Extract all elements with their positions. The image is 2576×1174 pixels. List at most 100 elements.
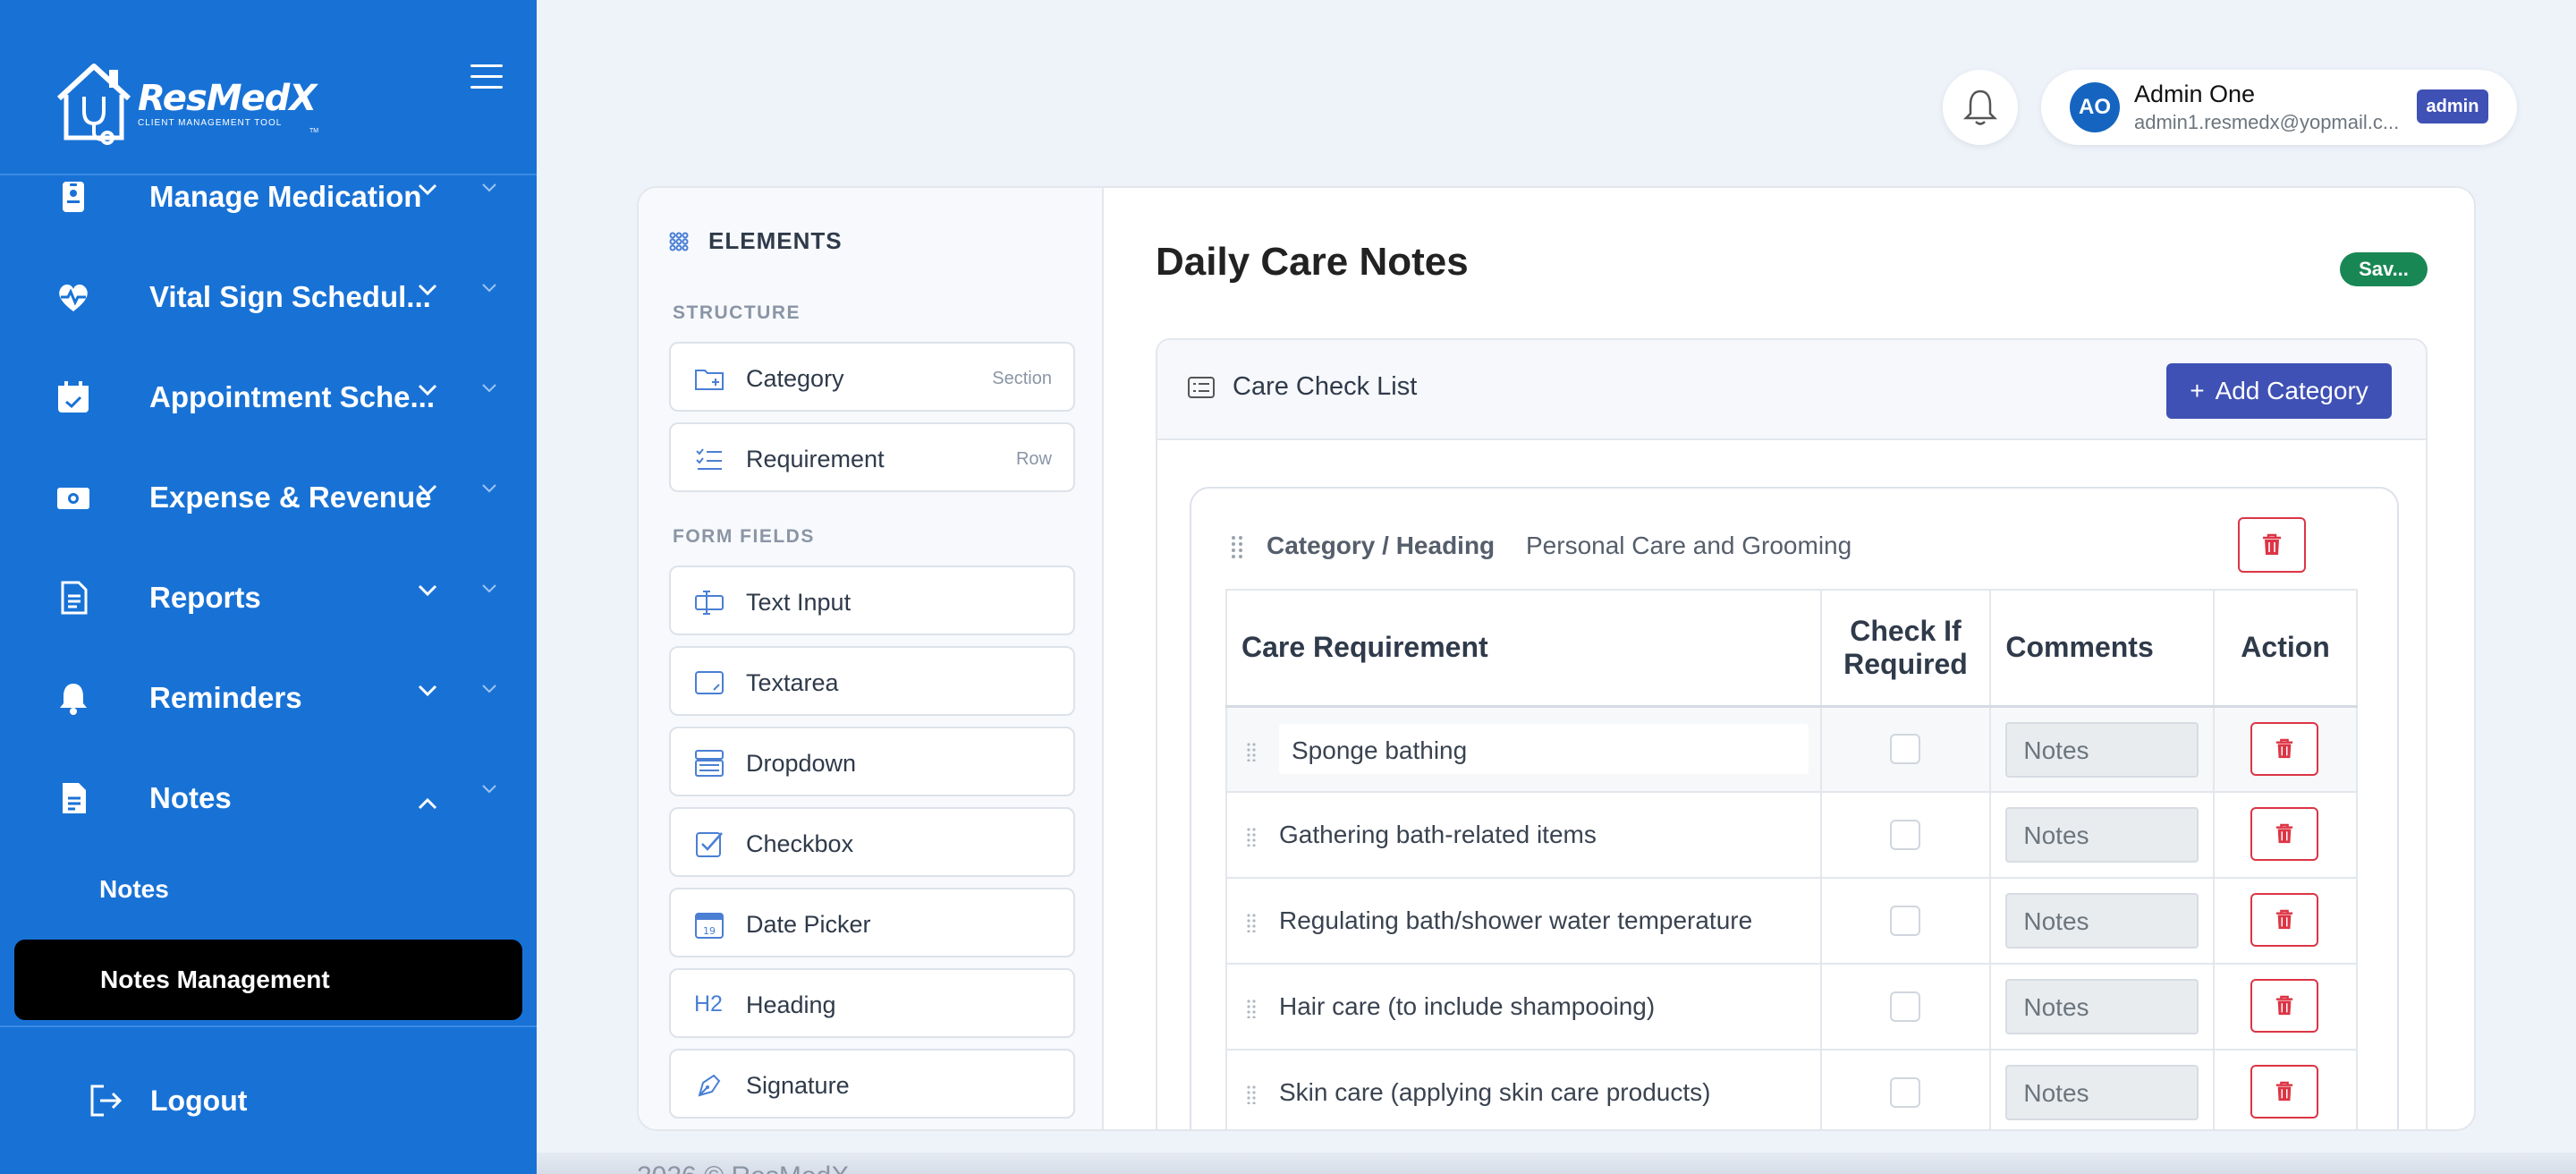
sidebar-item-appointment[interactable]: Appointment Sche... — [0, 362, 537, 433]
pen-nib-icon — [698, 1074, 721, 1097]
app-tm: TM — [309, 128, 319, 134]
required-checkbox[interactable] — [1890, 820, 1921, 850]
sidebar-item-label: Expense & Revenue — [149, 481, 432, 514]
sidebar-item-reports[interactable]: Reports — [0, 562, 537, 634]
element-heading[interactable]: H2 Heading — [669, 968, 1075, 1038]
delete-row-button[interactable] — [2250, 893, 2319, 947]
element-text-input[interactable]: Text Input — [669, 566, 1075, 635]
drag-handle-icon[interactable] — [1247, 1085, 1256, 1104]
element-category[interactable]: Category Section — [669, 342, 1075, 412]
chevron-down-icon[interactable] — [480, 381, 498, 396]
category-heading-value[interactable]: Personal Care and Grooming — [1526, 532, 1852, 560]
sidebar-subitem-notes-management[interactable]: Notes Management — [14, 940, 522, 1020]
avatar: AO — [2070, 82, 2120, 132]
care-checklist-card: Care Check List + Add Category Category … — [1156, 338, 2428, 1129]
drag-handle-icon[interactable] — [1247, 999, 1256, 1018]
delete-row-button[interactable] — [2250, 807, 2319, 861]
required-checkbox[interactable] — [1890, 991, 1921, 1022]
table-row: Hair care (to include shampooing) Notes — [1225, 963, 2358, 1051]
delete-row-button[interactable] — [2250, 1065, 2319, 1119]
drag-handle-icon[interactable] — [1231, 535, 1243, 560]
element-requirement[interactable]: Requirement Row — [669, 422, 1075, 492]
table-row: Sponge bathing Notes — [1225, 705, 2358, 793]
requirement-input[interactable]: Regulating bath/shower water temperature — [1279, 906, 1752, 935]
comments-input[interactable]: Notes — [2005, 1065, 2199, 1120]
chevron-down-icon[interactable] — [480, 782, 498, 796]
sidebar-divider — [0, 1025, 537, 1027]
textarea-icon — [695, 671, 724, 694]
form-builder-card: ELEMENTS STRUCTURE Category Section Requ… — [637, 186, 2476, 1131]
category-block: Category / Heading Personal Care and Gro… — [1190, 487, 2401, 1129]
chevron-down-icon[interactable] — [417, 381, 438, 399]
requirement-input[interactable]: Hair care (to include shampooing) — [1279, 992, 1655, 1021]
chevron-down-icon[interactable] — [417, 582, 438, 600]
drag-handle-icon[interactable] — [1247, 913, 1256, 932]
delete-row-button[interactable] — [2250, 721, 2319, 776]
trash-icon — [2275, 995, 2293, 1016]
chevron-down-icon[interactable] — [417, 281, 438, 299]
add-category-button[interactable]: + Add Category — [2166, 363, 2392, 419]
sidebar-item-manage-medication[interactable]: Manage Medication — [0, 161, 537, 233]
logo[interactable]: ResMedX CLIENT MANAGEMENT TOOL TM — [54, 61, 318, 147]
dropdown-icon — [695, 750, 724, 777]
hamburger-menu-icon[interactable] — [470, 64, 503, 91]
sidebar-item-reminders[interactable]: Reminders — [0, 662, 537, 734]
form-title: Daily Care Notes — [1156, 240, 1469, 284]
comments-input[interactable]: Notes — [2005, 979, 2199, 1034]
delete-row-button[interactable] — [2250, 979, 2319, 1033]
chevron-down-icon[interactable] — [480, 281, 498, 295]
checkbox-icon — [696, 832, 723, 857]
chevron-down-icon[interactable] — [480, 181, 498, 195]
notes-file-icon — [63, 783, 86, 813]
sidebar-subitem-notes[interactable]: Notes — [99, 875, 169, 904]
drag-handle-icon[interactable] — [1247, 742, 1256, 761]
comments-input[interactable]: Notes — [2005, 807, 2199, 863]
required-checkbox[interactable] — [1890, 906, 1921, 936]
category-heading-row: Category / Heading Personal Care and Gro… — [1191, 489, 2401, 589]
elements-panel: ELEMENTS STRUCTURE Category Section Requ… — [639, 188, 1104, 1129]
chevron-down-icon[interactable] — [480, 481, 498, 496]
notifications-button[interactable] — [1943, 70, 2018, 145]
element-dropdown[interactable]: Dropdown — [669, 727, 1075, 796]
element-textarea[interactable]: Textarea — [669, 646, 1075, 716]
required-checkbox[interactable] — [1890, 1077, 1921, 1108]
sidebar-item-label: Appointment Sche... — [149, 380, 436, 413]
sidebar-item-label: Notes — [149, 781, 232, 814]
chevron-down-icon[interactable] — [417, 481, 438, 499]
save-status-badge: Sav... — [2340, 252, 2428, 286]
checklist-title: Care Check List — [1188, 372, 1417, 402]
chevron-down-icon[interactable] — [480, 682, 498, 696]
element-signature[interactable]: Signature — [669, 1049, 1075, 1119]
drag-handle-icon[interactable] — [1247, 827, 1256, 846]
bell-icon — [60, 684, 87, 715]
plus-icon: + — [2190, 377, 2205, 404]
table-row: Regulating bath/shower water temperature… — [1225, 877, 2358, 965]
delete-category-button[interactable] — [2238, 517, 2306, 573]
logout-icon — [90, 1085, 123, 1117]
chevron-down-icon[interactable] — [417, 181, 438, 199]
element-date-picker[interactable]: 19 Date Picker — [669, 888, 1075, 957]
sidebar-item-label: Reports — [149, 581, 261, 614]
requirement-input[interactable]: Sponge bathing — [1279, 723, 1809, 774]
comments-input[interactable]: Notes — [2005, 893, 2199, 949]
sidebar-item-label: Reminders — [149, 681, 302, 714]
element-checkbox[interactable]: Checkbox — [669, 807, 1075, 877]
logout-button[interactable]: Logout — [88, 1083, 247, 1119]
sidebar-item-vital-sign[interactable]: Vital Sign Schedul... — [0, 261, 537, 333]
requirement-input[interactable]: Gathering bath-related items — [1279, 821, 1597, 849]
sidebar-subitem-label: Notes Management — [100, 966, 330, 993]
logout-label: Logout — [150, 1084, 248, 1117]
category-heading-label: Category / Heading — [1267, 532, 1496, 559]
user-profile-card[interactable]: AO Admin One admin1.resmedx@yopmail.c...… — [2041, 70, 2517, 145]
sidebar-item-expense-revenue[interactable]: Expense & Revenue — [0, 462, 537, 533]
required-checkbox[interactable] — [1890, 734, 1921, 765]
sidebar-item-label: Vital Sign Schedul... — [149, 280, 431, 313]
chevron-down-icon[interactable] — [417, 682, 438, 700]
chevron-up-icon[interactable] — [417, 795, 438, 812]
comments-input[interactable]: Notes — [2005, 721, 2199, 778]
column-header-action: Action — [2213, 589, 2358, 708]
chevron-down-icon[interactable] — [480, 582, 498, 596]
bell-icon — [1962, 89, 1998, 125]
sidebar-item-notes[interactable]: Notes — [0, 762, 537, 834]
requirement-input[interactable]: Skin care (applying skin care products) — [1279, 1078, 1710, 1107]
